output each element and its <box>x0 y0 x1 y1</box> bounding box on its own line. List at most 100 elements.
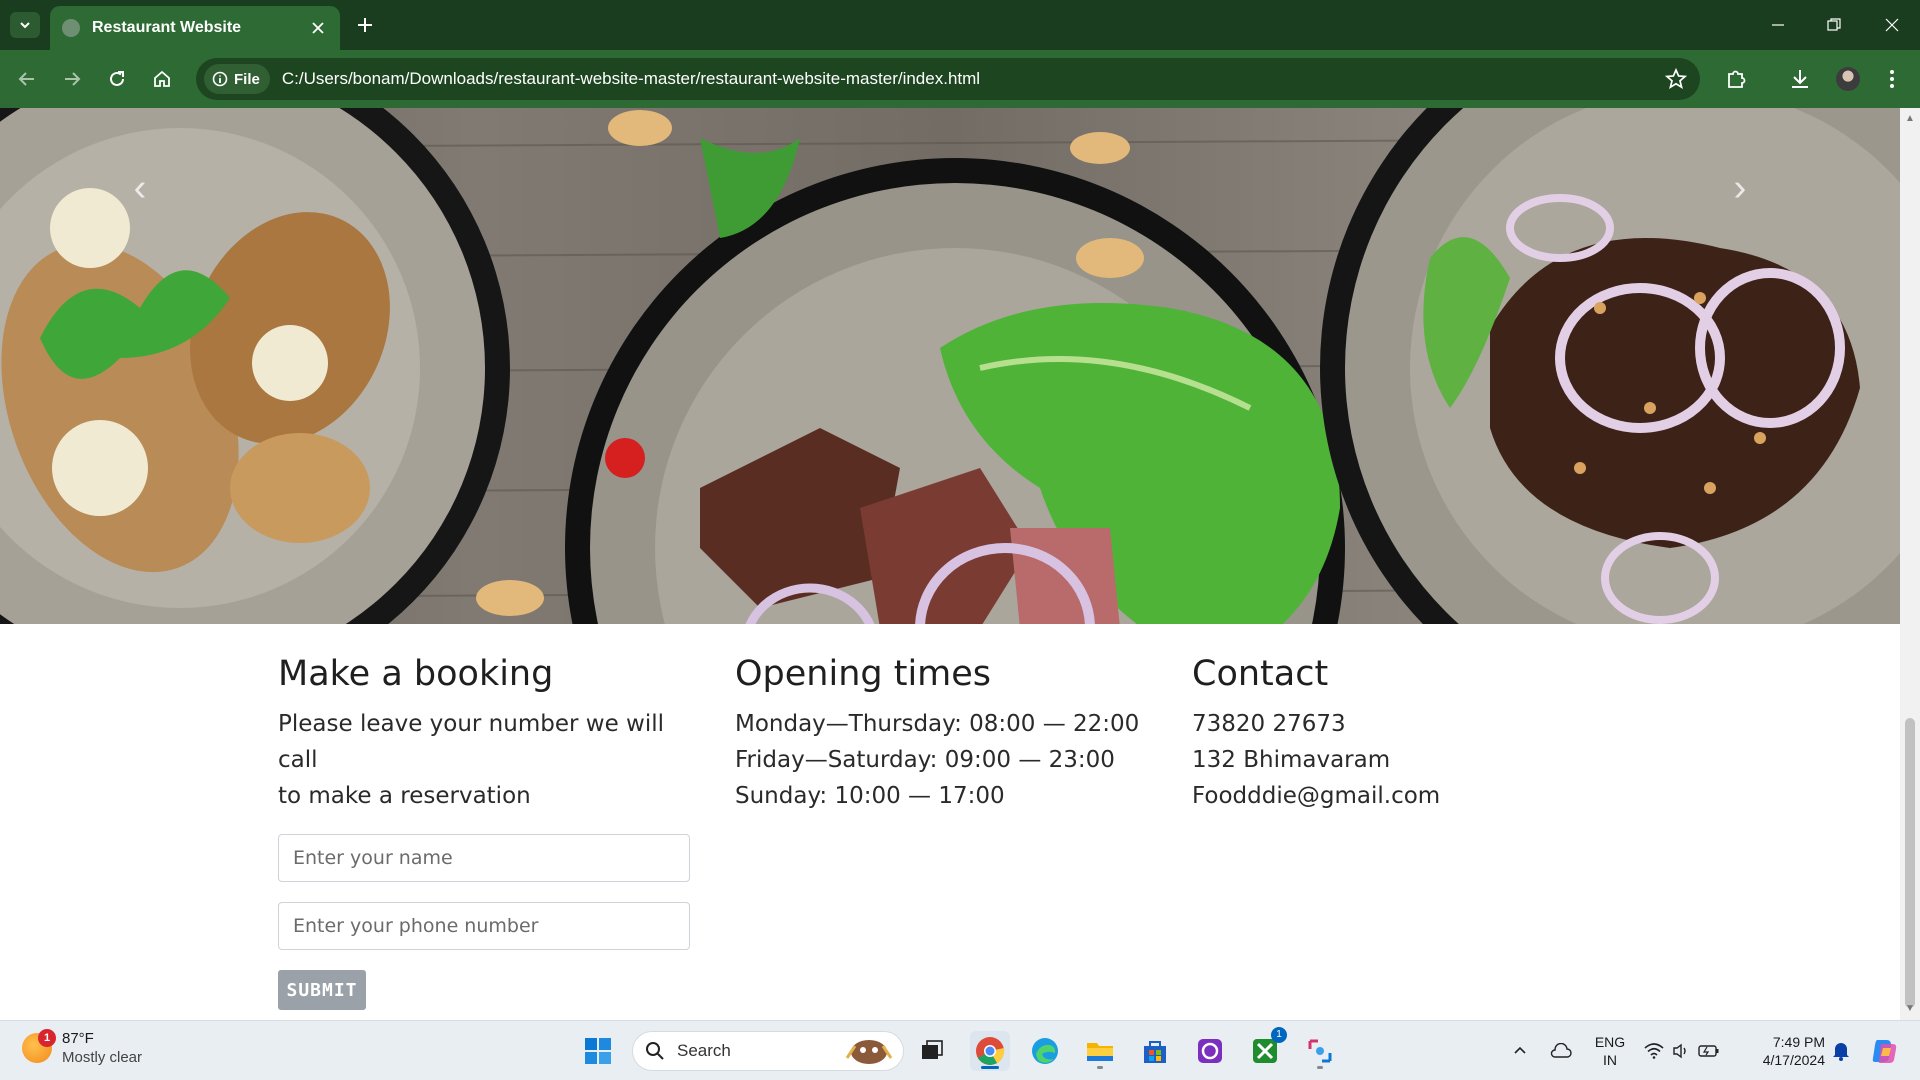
taskbar-file-explorer[interactable] <box>1080 1031 1120 1071</box>
weather-widget[interactable]: 1 87°F Mostly clear <box>22 1029 142 1067</box>
language-region: IN <box>1603 1052 1617 1068</box>
close-icon <box>1885 18 1899 32</box>
downloads-button[interactable] <box>1786 65 1814 93</box>
booking-text-line1: Please leave your number we will call <box>278 711 665 773</box>
start-button[interactable] <box>578 1031 618 1071</box>
forward-button[interactable] <box>55 62 89 96</box>
booking-text-line2: to make a reservation <box>278 783 531 809</box>
opening-line-weekdays: Monday—Thursday: 08:00 — 22:00 <box>735 711 1140 737</box>
battery-icon <box>1698 1045 1719 1057</box>
search-label: Search <box>677 1041 731 1060</box>
url-text[interactable]: C:/Users/bonam/Downloads/restaurant-webs… <box>282 69 980 89</box>
page-scrollbar[interactable]: ▲ ▼ <box>1900 108 1920 1020</box>
close-tab-button[interactable] <box>308 18 328 38</box>
contact-address: 132 Bhimavaram <box>1192 747 1391 773</box>
app-icon <box>1198 1039 1222 1063</box>
weather-description: Mostly clear <box>62 1049 143 1066</box>
volume-icon <box>1673 1043 1686 1059</box>
bell-icon <box>1833 1043 1849 1061</box>
file-label: File <box>234 70 260 88</box>
page-viewport: ‹ › Make a booking Please leave your num… <box>0 108 1900 1020</box>
carousel-prev-button[interactable]: ‹ <box>120 168 160 208</box>
restore-button[interactable] <box>1806 0 1862 50</box>
xbox-badge: 1 <box>1271 1027 1287 1043</box>
close-window-button[interactable] <box>1864 0 1920 50</box>
clock-time: 7:49 PM <box>1772 1034 1825 1050</box>
puzzle-icon <box>1728 70 1746 88</box>
tab-title: Restaurant Website <box>92 19 242 36</box>
arrow-right-icon <box>65 72 81 86</box>
avatar <box>1836 67 1860 91</box>
contact-section: Contact 73820 27673 132 Bhimavaram Foodd… <box>1192 652 1622 814</box>
restore-icon <box>1827 18 1841 31</box>
edge-icon <box>1032 1038 1058 1064</box>
taskbar-app-purple[interactable] <box>1190 1031 1230 1071</box>
scrollbar-thumb[interactable] <box>1905 718 1915 1008</box>
taskbar-xbox[interactable]: 1 <box>1245 1027 1287 1071</box>
scroll-up-icon[interactable]: ▲ <box>1905 114 1915 124</box>
home-icon <box>154 70 170 87</box>
taskbar-snipping-tool[interactable] <box>1300 1031 1340 1071</box>
contact-phone: 73820 27673 <box>1192 711 1346 737</box>
cloud-sync-icon <box>1550 1043 1572 1058</box>
hero-carousel: ‹ › <box>0 108 1900 624</box>
opening-line-weekend: Friday—Saturday: 09:00 — 23:00 <box>735 747 1115 773</box>
name-input[interactable] <box>278 834 690 882</box>
carousel-next-button[interactable]: › <box>1720 168 1760 208</box>
clock[interactable]: 7:49 PM 4/17/2024 <box>1735 1021 1825 1080</box>
quick-settings-button[interactable] <box>1642 1021 1722 1080</box>
task-view-button[interactable] <box>912 1031 952 1071</box>
opening-heading: Opening times <box>735 654 992 694</box>
bookmark-star-icon[interactable] <box>1664 67 1688 91</box>
close-icon <box>312 22 324 34</box>
arrow-left-icon <box>18 72 34 86</box>
reload-icon <box>110 71 124 86</box>
windows-icon <box>585 1038 611 1064</box>
show-hidden-icons-button[interactable] <box>1508 1021 1532 1080</box>
wifi-icon <box>1644 1043 1664 1059</box>
back-button[interactable] <box>10 62 44 96</box>
plus-icon <box>358 18 372 32</box>
food-hero-image <box>0 108 1900 624</box>
site-info-chip[interactable]: File <box>204 64 270 94</box>
snipping-tool-icon <box>1308 1039 1332 1063</box>
taskbar-search[interactable]: Search <box>632 1031 904 1071</box>
search-icon <box>646 1042 664 1060</box>
taskbar-store[interactable] <box>1135 1031 1175 1071</box>
new-tab-button[interactable] <box>352 12 378 38</box>
copilot-button[interactable] <box>1864 1021 1904 1080</box>
opening-times-section: Opening times Monday—Thursday: 08:00 — 2… <box>735 652 1165 814</box>
search-highlight-icon <box>845 1040 893 1064</box>
browser-menu-button[interactable] <box>1878 65 1906 93</box>
download-icon <box>1792 70 1808 88</box>
contact-email: Foodddie@gmail.com <box>1192 783 1441 809</box>
weather-temperature: 87°F <box>62 1030 94 1047</box>
chevron-down-icon <box>20 22 30 29</box>
language-indicator[interactable]: ENG IN <box>1590 1021 1630 1080</box>
chevron-up-icon <box>1514 1046 1526 1054</box>
running-indicator <box>1317 1066 1323 1069</box>
minimize-button[interactable] <box>1750 0 1806 50</box>
home-button[interactable] <box>145 62 179 96</box>
taskbar-chrome[interactable] <box>970 1031 1010 1071</box>
phone-input[interactable] <box>278 902 690 950</box>
browser-tab-strip: Restaurant Website <box>0 0 1920 50</box>
taskbar-edge[interactable] <box>1025 1031 1065 1071</box>
address-bar[interactable]: File C:/Users/bonam/Downloads/restaurant… <box>196 58 1700 100</box>
onedrive-tray-button[interactable] <box>1546 1021 1576 1080</box>
notifications-button[interactable] <box>1826 1021 1856 1080</box>
reload-button[interactable] <box>100 62 134 96</box>
task-view-icon <box>922 1040 943 1059</box>
running-indicator <box>1097 1066 1103 1069</box>
info-icon <box>212 71 228 87</box>
submit-button[interactable]: SUBMIT <box>278 970 366 1010</box>
folder-icon <box>1087 1043 1113 1061</box>
minimize-icon <box>1772 24 1784 26</box>
copilot-icon <box>1872 1040 1897 1063</box>
profile-button[interactable] <box>1834 65 1862 93</box>
tab-search-button[interactable] <box>10 12 40 38</box>
extensions-button[interactable] <box>1722 65 1750 93</box>
scroll-down-icon[interactable]: ▼ <box>1905 1004 1915 1014</box>
tab-restaurant-website[interactable]: Restaurant Website <box>50 6 340 50</box>
store-icon <box>1144 1041 1166 1063</box>
